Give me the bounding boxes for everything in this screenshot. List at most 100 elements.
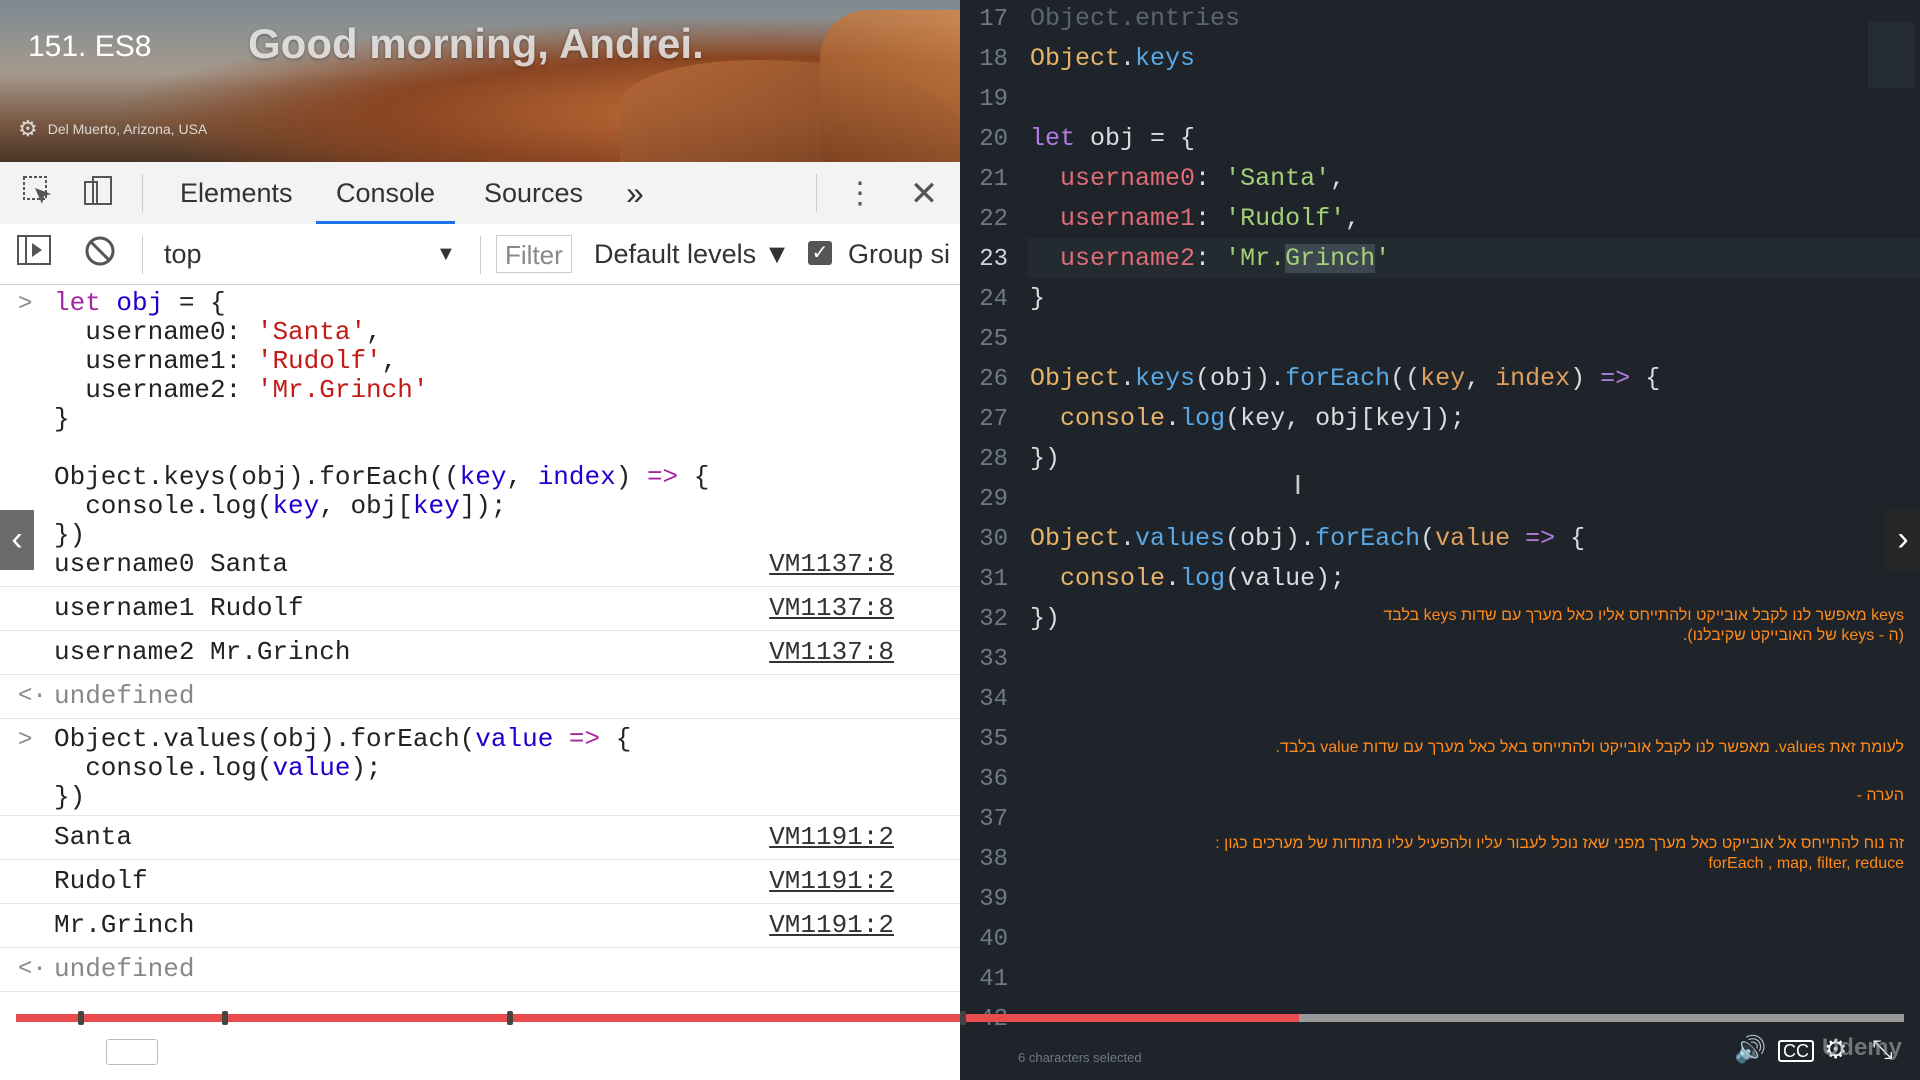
device-toolbar-icon[interactable] — [78, 174, 118, 214]
close-icon[interactable]: ✕ — [904, 174, 944, 214]
code-line-18[interactable]: Object.keys — [1030, 44, 1195, 73]
console-log-row: Rudolf VM1191:2 — [0, 860, 960, 904]
log-source-link[interactable]: VM1191:2 — [769, 860, 894, 903]
toolbar-divider — [142, 236, 143, 274]
chapter-marker[interactable] — [506, 1011, 513, 1025]
previous-lecture-arrow-icon[interactable]: ‹ — [0, 510, 34, 570]
line-number: 30 — [979, 526, 1008, 553]
code-line-31[interactable]: console.log(value); — [1030, 564, 1345, 593]
console-log-row: Mr.Grinch VM1191:2 — [0, 904, 960, 948]
code-line-21[interactable]: username0: 'Santa', — [1030, 164, 1345, 193]
playback-speed-button[interactable]: 1× — [106, 1039, 158, 1065]
toolbar-divider — [480, 236, 481, 274]
next-lecture-arrow-icon[interactable]: › — [1886, 510, 1920, 570]
toolbar-divider — [816, 174, 817, 212]
line-number: 21 — [979, 166, 1008, 193]
minimap[interactable] — [1868, 22, 1914, 88]
clear-console-icon[interactable] — [80, 234, 120, 274]
log-source-link[interactable]: VM1137:8 — [769, 587, 894, 630]
bookmark-add-icon[interactable]: ✚ — [306, 1034, 324, 1060]
video-controls: ▶ ↺ 1× ↻ 6:23 / 9:19 ✚ 🔊 CC ⚙ ⤡ Udemy — [0, 1026, 1920, 1080]
console-output: > let obj = { username0: 'Santa', userna… — [0, 285, 960, 1080]
code-line-26[interactable]: Object.keys(obj).forEach((key, index) =>… — [1030, 364, 1660, 393]
volume-icon[interactable]: 🔊 — [1734, 1034, 1766, 1065]
line-number: 22 — [979, 206, 1008, 233]
code-line-28[interactable]: }) — [1030, 444, 1060, 473]
console-log-row: username2 Mr.Grinch VM1137:8 — [0, 631, 960, 675]
browser-new-tab-banner: Good morning, Andrei. 151. ES8 ⚙ Del Mue… — [0, 0, 960, 162]
text-cursor-icon: I — [1294, 469, 1302, 500]
sidebar-toggle-icon[interactable] — [14, 234, 54, 274]
code-line-30[interactable]: Object.values(obj).forEach(value => { — [1030, 524, 1585, 553]
devtools-tab-bar: Elements Console Sources » ⋮ ✕ — [0, 162, 960, 225]
tab-console[interactable]: Console — [316, 162, 456, 224]
video-progress-fill — [16, 1014, 1300, 1022]
return-arrow-icon: <· — [18, 956, 47, 983]
line-number: 25 — [979, 326, 1008, 353]
group-similar-label: Group si — [848, 239, 951, 269]
console-input-entry: > let obj = { username0: 'Santa', userna… — [0, 285, 960, 550]
line-number: 28 — [979, 446, 1008, 473]
canyon-cliff-decoration — [820, 10, 960, 162]
tab-elements[interactable]: Elements — [180, 162, 293, 224]
rewind-icon[interactable]: ↺ — [68, 1034, 90, 1065]
play-icon[interactable]: ▶ — [20, 1034, 40, 1065]
gear-icon[interactable]: ⚙ — [18, 116, 38, 142]
line-number: 33 — [979, 646, 1008, 673]
code-line-32[interactable]: }) — [1030, 604, 1060, 633]
tab-sources[interactable]: Sources — [484, 162, 583, 224]
line-number: 39 — [979, 886, 1008, 913]
console-log-row: username1 Rudolf VM1137:8 — [0, 587, 960, 631]
lesson-title: 151. ES8 — [28, 30, 152, 63]
code-line-27[interactable]: console.log(key, obj[key]); — [1030, 404, 1465, 433]
log-message: Santa — [54, 822, 133, 852]
line-number: 32 — [979, 606, 1008, 633]
annotation-note: הערה - — [1856, 787, 1904, 804]
log-message: Mr.Grinch — [54, 910, 195, 940]
forward-icon[interactable]: ↻ — [172, 1034, 194, 1065]
line-number: 17 — [979, 6, 1008, 33]
greeting-text: Good morning, Andrei. — [248, 20, 704, 67]
console-log-row: username0 Santa VM1137:8 — [0, 543, 960, 587]
line-number-gutter: 17 18 19 20 21 22 23 24 25 26 27 28 29 30 31 32 33 34 35 36… — [960, 0, 1028, 1080]
video-progress-bar[interactable] — [16, 1011, 1904, 1025]
devtools-panel: Elements Console Sources » ⋮ ✕ top ▼ Fil… — [0, 162, 960, 1080]
inspect-element-icon[interactable] — [18, 174, 58, 214]
line-number: 24 — [979, 286, 1008, 313]
group-similar-checkbox[interactable]: ✓ — [808, 241, 832, 265]
chevron-down-icon[interactable]: ▼ — [436, 224, 456, 284]
log-source-link[interactable]: VM1191:2 — [769, 904, 894, 947]
result-value: undefined — [54, 954, 195, 984]
filter-input[interactable]: Filter — [496, 235, 572, 273]
log-source-link[interactable]: VM1137:8 — [769, 631, 894, 674]
log-levels-dropdown[interactable]: Default levels ▼ — [594, 224, 790, 284]
context-selector[interactable]: top — [164, 224, 202, 284]
annotation-note: keys מאפשר לנו לקבל אובייקט ולהתייחס אלי… — [1383, 607, 1904, 644]
line-number: 34 — [979, 686, 1008, 713]
code-line-24[interactable]: } — [1030, 284, 1045, 313]
chapter-marker[interactable] — [221, 1011, 228, 1025]
result-value: undefined — [54, 681, 195, 711]
code-line-17[interactable]: Object.entries — [1030, 4, 1240, 33]
line-number: 37 — [979, 806, 1008, 833]
line-number: 23 — [979, 246, 1008, 273]
kebab-menu-icon[interactable]: ⋮ — [840, 174, 880, 214]
line-number: 35 — [979, 726, 1008, 753]
more-tabs-icon[interactable]: » — [626, 162, 644, 224]
line-number: 31 — [979, 566, 1008, 593]
chapter-marker[interactable] — [960, 1011, 966, 1025]
log-source-link[interactable]: VM1191:2 — [769, 816, 894, 859]
log-source-link[interactable]: VM1137:8 — [769, 543, 894, 586]
return-arrow-icon: <· — [18, 683, 47, 710]
chapter-marker[interactable] — [78, 1011, 85, 1025]
console-log-row: Santa VM1191:2 — [0, 816, 960, 860]
line-number: 20 — [979, 126, 1008, 153]
code-line-20[interactable]: let obj = { — [1030, 124, 1195, 153]
photo-location: ⚙ Del Muerto, Arizona, USA — [18, 116, 207, 142]
captions-icon[interactable]: CC — [1778, 1040, 1814, 1062]
code-line-23[interactable]: username2: 'Mr.Grinch' — [1030, 244, 1390, 273]
code-line-22[interactable]: username1: 'Rudolf', — [1030, 204, 1360, 233]
console-input-code: Object.values(obj).forEach(value => { co… — [54, 724, 632, 812]
brand-watermark: Udemy — [1821, 1034, 1902, 1061]
line-number: 38 — [979, 846, 1008, 873]
